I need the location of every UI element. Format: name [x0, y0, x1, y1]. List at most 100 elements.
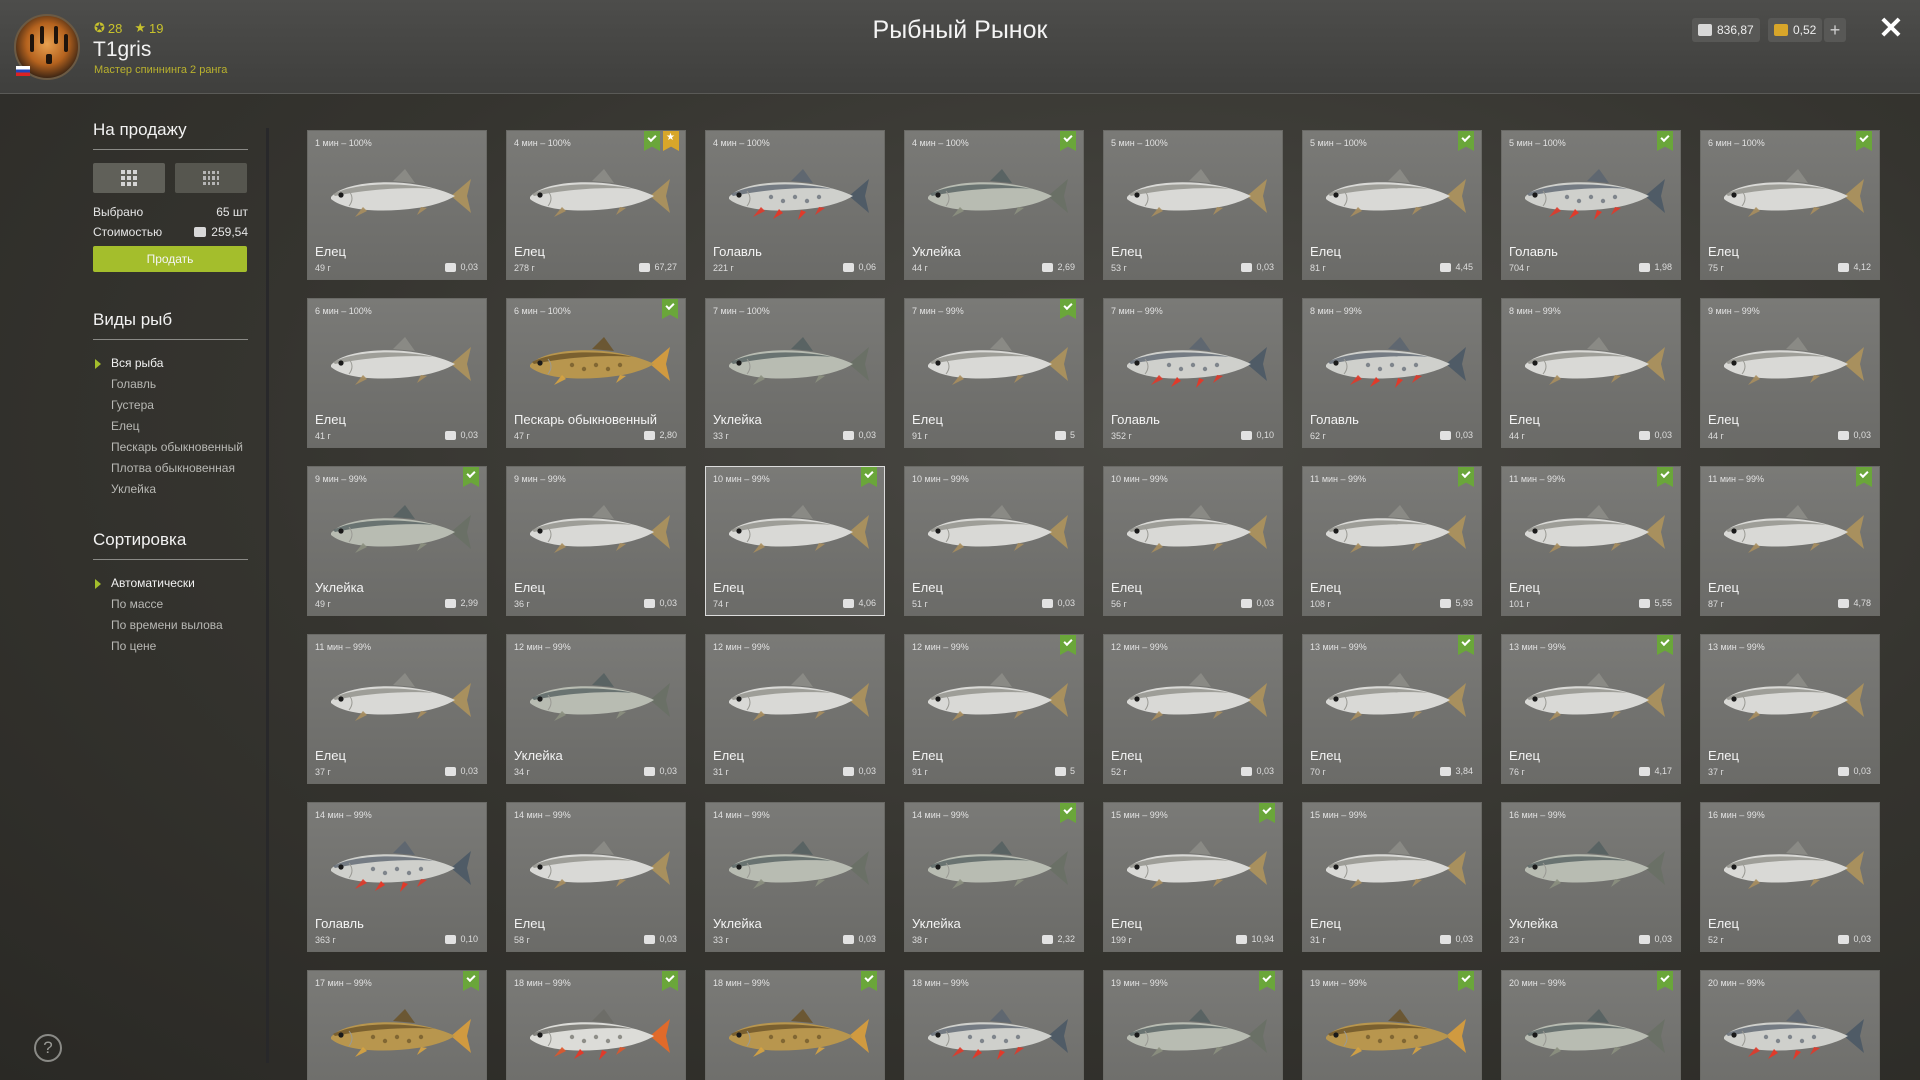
filter-peskar[interactable]: Пескарь обыкновенный: [93, 437, 248, 458]
fish-card[interactable]: 5 мин – 100% Елец 53 г 0,03: [1103, 130, 1283, 280]
fish-image-icon: [331, 673, 471, 721]
fish-card[interactable]: 15 мин – 99% Елец 199 г 10,94: [1103, 802, 1283, 952]
fish-card[interactable]: 1 мин – 100% Елец 49 г 0,03: [307, 130, 487, 280]
fish-card[interactable]: 14 мин – 99% Уклейка 33 г 0,03: [705, 802, 885, 952]
fish-card[interactable]: 19 мин – 99%: [1302, 970, 1482, 1080]
fish-card[interactable]: 6 мин – 100% Пескарь обыкновенный 47 г 2…: [506, 298, 686, 448]
sort-by-price[interactable]: По цене: [93, 636, 248, 657]
fish-card[interactable]: 18 мин – 99%: [904, 970, 1084, 1080]
fish-card[interactable]: 20 мин – 99%: [1501, 970, 1681, 1080]
fish-card[interactable]: 14 мин – 99% Уклейка 38 г 2,32: [904, 802, 1084, 952]
filter-gustera[interactable]: Густера: [93, 395, 248, 416]
fish-card[interactable]: 8 мин – 99% Голавль 62 г 0,03: [1302, 298, 1482, 448]
fish-card[interactable]: 4 мин – 100% Уклейка 44 г 2,69: [904, 130, 1084, 280]
fish-card[interactable]: 16 мин – 99% Уклейка 23 г 0,03: [1501, 802, 1681, 952]
filter-elets[interactable]: Елец: [93, 416, 248, 437]
keepnet-mark-icon[interactable]: [1458, 131, 1474, 151]
fish-card[interactable]: 7 мин – 99% Голавль 352 г 0,10: [1103, 298, 1283, 448]
keepnet-mark-icon[interactable]: [662, 299, 678, 319]
fish-card[interactable]: 10 мин – 99% Елец 56 г 0,03: [1103, 466, 1283, 616]
cost-value: 259,54: [211, 225, 248, 239]
fish-card[interactable]: 5 мин – 100% Голавль 704 г 1,98: [1501, 130, 1681, 280]
help-icon[interactable]: ?: [34, 1034, 62, 1062]
fish-card[interactable]: 12 мин – 99% Елец 52 г 0,03: [1103, 634, 1283, 784]
filter-ukleyka[interactable]: Уклейка: [93, 479, 248, 500]
fish-card[interactable]: 11 мин – 99% Елец 108 г 5,93: [1302, 466, 1482, 616]
fish-card[interactable]: 4 мин – 100% Елец 278 г 67,27: [506, 130, 686, 280]
trophy-mark-icon[interactable]: [663, 131, 679, 151]
fish-card[interactable]: 20 мин – 99%: [1700, 970, 1880, 1080]
sort-by-mass[interactable]: По массе: [93, 594, 248, 615]
fish-card[interactable]: 4 мин – 100% Голавль 221 г 0,06: [705, 130, 885, 280]
keepnet-mark-icon[interactable]: [1856, 467, 1872, 487]
fish-card[interactable]: 14 мин – 99% Голавль 363 г 0,10: [307, 802, 487, 952]
keepnet-mark-icon[interactable]: [861, 971, 877, 991]
fish-card[interactable]: 9 мин – 99% Елец 36 г 0,03: [506, 466, 686, 616]
keepnet-mark-icon[interactable]: [463, 971, 479, 991]
keepnet-mark-icon[interactable]: [1458, 467, 1474, 487]
catch-time: 18 мин – 99%: [912, 978, 969, 988]
fish-card[interactable]: 14 мин – 99% Елец 58 г 0,03: [506, 802, 686, 952]
fish-card[interactable]: 10 мин – 99% Елец 51 г 0,03: [904, 466, 1084, 616]
keepnet-mark-icon[interactable]: [1657, 635, 1673, 655]
keepnet-mark-icon[interactable]: [662, 971, 678, 991]
fish-card[interactable]: 7 мин – 100% Уклейка 33 г 0,03: [705, 298, 885, 448]
fish-card[interactable]: 11 мин – 99% Елец 101 г 5,55: [1501, 466, 1681, 616]
fish-card[interactable]: 6 мин – 100% Елец 75 г 4,12: [1700, 130, 1880, 280]
fish-card[interactable]: 17 мин – 99%: [307, 970, 487, 1080]
fish-card[interactable]: 8 мин – 99% Елец 44 г 0,03: [1501, 298, 1681, 448]
fish-price-value: 0,03: [1256, 766, 1274, 776]
close-icon[interactable]: ✕: [1876, 14, 1906, 44]
fish-card[interactable]: 18 мин – 99%: [705, 970, 885, 1080]
add-currency-button[interactable]: +: [1824, 18, 1846, 42]
fish-card[interactable]: 19 мин – 99%: [1103, 970, 1283, 1080]
keepnet-mark-icon[interactable]: [1458, 971, 1474, 991]
fish-card[interactable]: 13 мин – 99% Елец 76 г 4,17: [1501, 634, 1681, 784]
sort-auto[interactable]: Автоматически: [93, 573, 248, 594]
fish-weight: 363 г: [315, 935, 336, 945]
large-grid-view-button[interactable]: [93, 163, 165, 193]
keepnet-mark-icon[interactable]: [644, 131, 660, 151]
sort-by-time[interactable]: По времени вылова: [93, 615, 248, 636]
keepnet-mark-icon[interactable]: [1458, 635, 1474, 655]
fish-card[interactable]: 13 мин – 99% Елец 37 г 0,03: [1700, 634, 1880, 784]
fish-card[interactable]: 12 мин – 99% Елец 31 г 0,03: [705, 634, 885, 784]
fish-card[interactable]: 11 мин – 99% Елец 87 г 4,78: [1700, 466, 1880, 616]
small-grid-view-button[interactable]: [175, 163, 247, 193]
fish-card[interactable]: 5 мин – 100% Елец 81 г 4,45: [1302, 130, 1482, 280]
filter-plotva[interactable]: Плотва обыкновенная: [93, 458, 248, 479]
sell-button[interactable]: Продать: [93, 246, 247, 272]
keepnet-mark-icon[interactable]: [1060, 635, 1076, 655]
keepnet-mark-icon[interactable]: [1657, 971, 1673, 991]
fish-card[interactable]: 7 мин – 99% Елец 91 г 5: [904, 298, 1084, 448]
keepnet-mark-icon[interactable]: [463, 467, 479, 487]
fish-name: Елец: [1708, 412, 1739, 427]
fish-card[interactable]: 11 мин – 99% Елец 37 г 0,03: [307, 634, 487, 784]
fish-card[interactable]: 13 мин – 99% Елец 70 г 3,84: [1302, 634, 1482, 784]
keepnet-mark-icon[interactable]: [861, 467, 877, 487]
fish-price-value: 0,03: [659, 766, 677, 776]
catch-time: 8 мин – 99%: [1509, 306, 1561, 316]
fish-image-icon: [729, 505, 869, 553]
filter-golavl[interactable]: Голавль: [93, 374, 248, 395]
keepnet-mark-icon[interactable]: [1657, 131, 1673, 151]
keepnet-mark-icon[interactable]: [1060, 131, 1076, 151]
fish-card[interactable]: 18 мин – 99%: [506, 970, 686, 1080]
fish-card[interactable]: 9 мин – 99% Уклейка 49 г 2,99: [307, 466, 487, 616]
keepnet-mark-icon[interactable]: [1259, 971, 1275, 991]
keepnet-mark-icon[interactable]: [1060, 299, 1076, 319]
fish-card[interactable]: 6 мин – 100% Елец 41 г 0,03: [307, 298, 487, 448]
fish-card[interactable]: 15 мин – 99% Елец 31 г 0,03: [1302, 802, 1482, 952]
keepnet-mark-icon[interactable]: [1657, 467, 1673, 487]
fish-card[interactable]: 12 мин – 99% Уклейка 34 г 0,03: [506, 634, 686, 784]
gold-amount: 0,52: [1793, 23, 1817, 37]
filter-all-fish[interactable]: Вся рыба: [93, 353, 248, 374]
fish-card[interactable]: 10 мин – 99% Елец 74 г 4,06: [705, 466, 885, 616]
fish-image-icon: [729, 841, 869, 889]
keepnet-mark-icon[interactable]: [1259, 803, 1275, 823]
fish-card[interactable]: 9 мин – 99% Елец 44 г 0,03: [1700, 298, 1880, 448]
fish-card[interactable]: 12 мин – 99% Елец 91 г 5: [904, 634, 1084, 784]
keepnet-mark-icon[interactable]: [1856, 131, 1872, 151]
keepnet-mark-icon[interactable]: [1060, 803, 1076, 823]
fish-card[interactable]: 16 мин – 99% Елец 52 г 0,03: [1700, 802, 1880, 952]
